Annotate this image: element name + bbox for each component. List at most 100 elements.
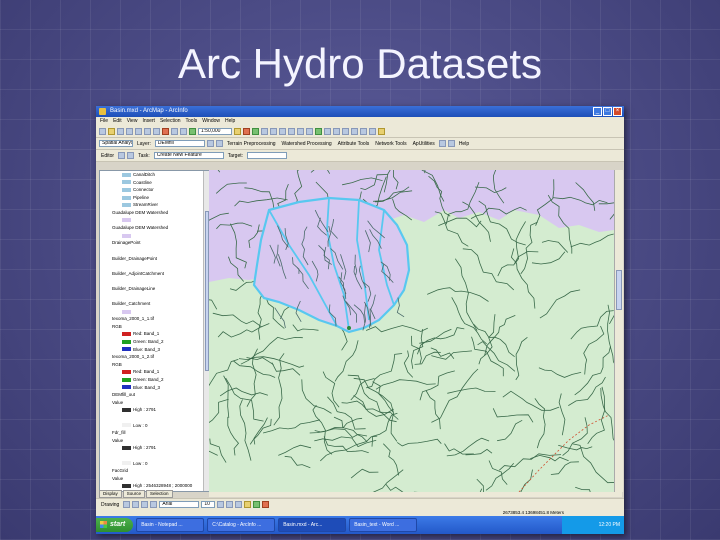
delete-icon[interactable] — [162, 128, 169, 135]
text-icon[interactable] — [150, 501, 158, 508]
tab-display[interactable]: Display — [99, 490, 122, 498]
attribute-tools-menu[interactable]: Attribute Tools — [336, 141, 372, 147]
open-icon[interactable] — [108, 128, 115, 135]
rotate-icon[interactable] — [132, 501, 140, 508]
map-vertical-scrollbar[interactable] — [614, 170, 623, 492]
help-menu[interactable]: Help — [457, 141, 471, 147]
terrain-preprocessing-menu[interactable]: Terrain Preprocessing — [225, 141, 278, 147]
minimize-icon[interactable]: _ — [593, 107, 602, 116]
toc-layer-row[interactable]: Guadalupe DEM Watershed — [100, 224, 210, 232]
fill-color-icon[interactable] — [253, 501, 261, 508]
zoom-out-icon[interactable] — [279, 128, 286, 135]
map-horizontal-scrollbar[interactable] — [209, 492, 622, 497]
toc-layer-row[interactable] — [100, 308, 210, 316]
contour-icon[interactable] — [215, 140, 223, 147]
toc-layer-row[interactable]: FacGrid — [100, 467, 210, 475]
toc-layer-row[interactable]: Value — [100, 437, 210, 445]
toc-layer-row[interactable]: StreamRiver — [100, 201, 210, 209]
toc-layer-row[interactable]: Green: Band_2 — [100, 338, 210, 346]
line-color-icon[interactable] — [262, 501, 270, 508]
italic-icon[interactable] — [226, 501, 234, 508]
toc-layer-row[interactable]: DEMfill_out — [100, 391, 210, 399]
toc-layer-row[interactable] — [100, 217, 210, 225]
tab-source[interactable]: Source — [122, 490, 146, 498]
map-scroll-thumb[interactable] — [616, 270, 622, 310]
toc-layer-row[interactable]: Value — [100, 399, 210, 407]
outlet-point[interactable] — [347, 326, 351, 330]
network-tools-menu[interactable]: Network Tools — [373, 141, 408, 147]
taskbar-item[interactable]: C:\Catalog - ArcInfo ... — [207, 518, 276, 532]
edit-tool-icon[interactable] — [118, 152, 126, 159]
maximize-icon[interactable]: □ — [603, 107, 612, 116]
undo-icon[interactable] — [171, 128, 178, 135]
hyperlink-icon[interactable] — [378, 128, 385, 135]
taskbar-item[interactable]: Basin.mxd - Arc... — [278, 518, 347, 532]
menu-tools[interactable]: Tools — [186, 117, 198, 126]
zoom-in-icon[interactable] — [270, 128, 277, 135]
toc-layer-row[interactable]: Builder_DrainageLine — [100, 285, 210, 293]
histogram-icon[interactable] — [206, 140, 214, 147]
map-view[interactable] — [209, 170, 614, 492]
scale-dropdown[interactable]: 1:50,000 — [198, 128, 232, 135]
cut-icon[interactable] — [135, 128, 142, 135]
toc-layer-row[interactable]: Green: Band_2 — [100, 376, 210, 384]
paste-icon[interactable] — [153, 128, 160, 135]
tab-selection[interactable]: Selection — [146, 490, 173, 498]
toc-layer-row[interactable]: Red: Band_1 — [100, 330, 210, 338]
rectangle-icon[interactable] — [141, 501, 149, 508]
toc-layer-row[interactable]: texoma_2000_1_1.tif — [100, 315, 210, 323]
toc-layer-row[interactable]: Builder_Catchment — [100, 300, 210, 308]
back-extent-icon[interactable] — [324, 128, 331, 135]
fixed-zoom-in-icon[interactable] — [288, 128, 295, 135]
toc-layer-row[interactable]: CanalDitch — [100, 171, 210, 179]
arctoolbox-icon[interactable] — [243, 128, 250, 135]
copy-icon[interactable] — [144, 128, 151, 135]
new-icon[interactable] — [99, 128, 106, 135]
menu-selection[interactable]: Selection — [160, 117, 181, 126]
font-size-dropdown[interactable]: 10 — [201, 501, 216, 508]
menu-view[interactable]: View — [127, 117, 138, 126]
toc-layer-row[interactable]: High : 2546328948 ; 2000000 — [100, 482, 210, 490]
toc-layer-row[interactable]: Value — [100, 475, 210, 483]
toc-layer-row[interactable]: High : 2791 — [100, 406, 210, 414]
fixed-zoom-out-icon[interactable] — [297, 128, 304, 135]
full-extent-icon[interactable] — [315, 128, 322, 135]
toc-layer-row[interactable] — [100, 414, 210, 422]
toc-layer-row[interactable]: Red: Band_1 — [100, 368, 210, 376]
toc-layer-row[interactable]: Blue: Band_3 — [100, 346, 210, 354]
menu-window[interactable]: Window — [202, 117, 220, 126]
spatial-analyst-dropdown[interactable]: Spatial Analyst — [99, 140, 133, 147]
start-button[interactable]: start — [96, 518, 134, 532]
menu-help[interactable]: Help — [225, 117, 235, 126]
font-dropdown[interactable]: Arial — [159, 501, 200, 508]
window-titlebar[interactable]: Basin.mxd - ArcMap - ArcInfo _ □ × — [96, 106, 624, 117]
toc-layer-row[interactable]: DrainagePoint — [100, 239, 210, 247]
taskbar-item[interactable]: Basin - Notepad ... — [136, 518, 205, 532]
toc-layer-row[interactable]: Pipeline — [100, 194, 210, 202]
toc-layer-row[interactable] — [100, 293, 210, 301]
task-dropdown[interactable]: Create New Feature — [153, 152, 224, 159]
print-icon[interactable] — [126, 128, 133, 135]
save-icon[interactable] — [117, 128, 124, 135]
font-color-icon[interactable] — [244, 501, 252, 508]
pan-icon[interactable] — [306, 128, 313, 135]
toc-layer-row[interactable]: Blue: Band_3 — [100, 384, 210, 392]
editor-toolbar-icon[interactable] — [234, 128, 241, 135]
python-icon[interactable] — [261, 128, 268, 135]
menu-edit[interactable]: Edit — [113, 117, 122, 126]
close-icon[interactable]: × — [613, 107, 622, 116]
underline-icon[interactable] — [235, 501, 243, 508]
bold-icon[interactable] — [217, 501, 225, 508]
sketch-tool-icon[interactable] — [127, 152, 135, 159]
select-icon[interactable] — [342, 128, 349, 135]
toc-layer-row[interactable] — [100, 262, 210, 270]
toc-layer-row[interactable] — [100, 247, 210, 255]
trace-icon[interactable] — [447, 140, 455, 147]
drawing-menu[interactable]: Drawing — [99, 502, 121, 508]
layer-dropdown[interactable]: DEMfill — [154, 140, 205, 147]
toc-layer-row[interactable]: Guadalupe DEM Watershed — [100, 209, 210, 217]
toc-layer-row[interactable] — [100, 277, 210, 285]
watershed-processing-menu[interactable]: Watershed Processing — [280, 141, 334, 147]
toc-layer-row[interactable]: RGB — [100, 323, 210, 331]
editor-menu[interactable]: Editor — [99, 153, 116, 159]
